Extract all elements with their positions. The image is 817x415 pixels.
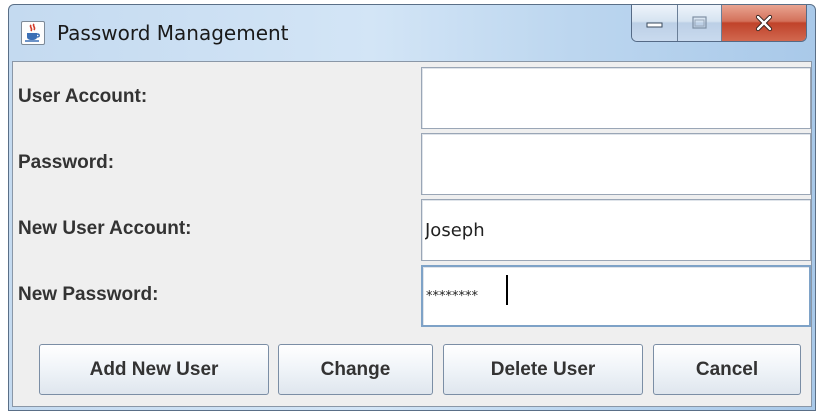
window-controls bbox=[631, 5, 807, 42]
password-field[interactable] bbox=[421, 133, 811, 195]
cancel-button[interactable]: Cancel bbox=[653, 344, 801, 395]
user-account-label: User Account: bbox=[18, 86, 148, 107]
user-account-field[interactable] bbox=[421, 67, 811, 129]
window-title: Password Management bbox=[57, 21, 289, 45]
password-label: Password: bbox=[18, 152, 115, 173]
new-user-account-field[interactable] bbox=[421, 199, 811, 261]
add-new-user-button[interactable]: Add New User bbox=[39, 344, 269, 395]
new-password-field[interactable] bbox=[421, 265, 811, 327]
close-icon bbox=[755, 14, 773, 32]
form-panel: User Account: Password: New User Account… bbox=[12, 61, 812, 407]
delete-user-button[interactable]: Delete User bbox=[443, 344, 643, 395]
title-bar[interactable]: Password Management bbox=[9, 5, 815, 61]
minimize-button[interactable] bbox=[632, 5, 678, 41]
minimize-icon bbox=[646, 22, 662, 28]
maximize-button[interactable] bbox=[678, 5, 722, 41]
new-user-account-label: New User Account: bbox=[18, 218, 192, 239]
java-cup-icon bbox=[21, 21, 45, 45]
text-caret bbox=[506, 275, 508, 305]
change-button[interactable]: Change bbox=[278, 344, 433, 395]
maximize-icon bbox=[691, 16, 707, 29]
close-button[interactable] bbox=[722, 5, 806, 41]
new-password-label: New Password: bbox=[18, 284, 159, 305]
password-management-window: Password Management User Account: Passwo… bbox=[8, 4, 816, 411]
